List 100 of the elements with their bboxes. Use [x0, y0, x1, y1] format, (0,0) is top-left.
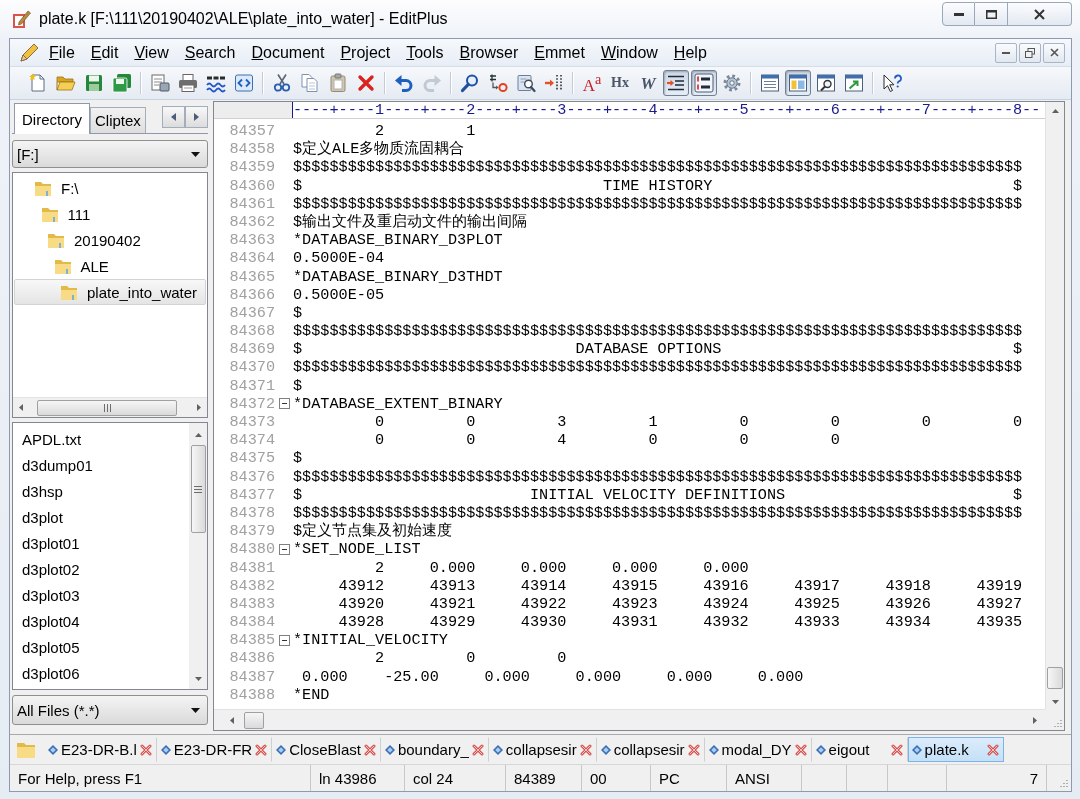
file-list-item[interactable]: APDL.txt: [13, 426, 189, 452]
horizontal-scrollbar[interactable]: [214, 709, 1045, 730]
drive-dropdown[interactable]: [F:]: [12, 140, 208, 168]
menu-item[interactable]: Tools: [398, 43, 452, 62]
close-icon[interactable]: [471, 743, 484, 756]
menu-item[interactable]: View: [126, 43, 177, 62]
line-number: 84359: [228, 158, 275, 177]
scrollbar-thumb[interactable]: [37, 399, 177, 416]
minus-box-icon[interactable]: [278, 543, 290, 555]
file-list-item[interactable]: d3plot04: [13, 608, 189, 634]
file-tab[interactable]: E23-DR-B.l: [44, 737, 157, 762]
help-pointer-icon: [882, 73, 902, 93]
code-line: $$$$$$$$$$$$$$$$$$$$$$$$$$$$$$$$$$$$$$$$$$$$$$$$$$$$$$$$$$$$$$$$$$$$$$$$$$$$$$$$: [293, 503, 1023, 522]
file-tab[interactable]: CloseBlast: [272, 737, 381, 762]
line-position: ln 43986: [311, 765, 405, 791]
line-numbers-button[interactable]: [691, 70, 717, 96]
code-line: $: [293, 449, 303, 468]
file-tab[interactable]: boundary_: [380, 737, 489, 762]
horizontal-scrollbar[interactable]: [13, 397, 207, 417]
vertical-scrollbar[interactable]: [189, 423, 207, 689]
w-button[interactable]: W: [635, 70, 661, 96]
file-list-item[interactable]: d3plot06: [13, 660, 189, 686]
file-tab[interactable]: collapsesir: [488, 737, 597, 762]
menu-item[interactable]: Browser: [451, 43, 527, 62]
indent-button[interactable]: [663, 70, 689, 96]
output-window-button[interactable]: [785, 70, 811, 96]
tree-item[interactable]: plate_into_water: [14, 279, 206, 305]
left-arrow-icon: [19, 404, 23, 411]
file-tab[interactable]: eigout: [811, 737, 908, 762]
close-icon[interactable]: [363, 743, 376, 756]
line-number: 84380: [228, 540, 275, 559]
font-button[interactable]: A$^{a}$: [579, 70, 605, 96]
mdi-minimize-button[interactable]: [995, 42, 1017, 63]
minimize-button[interactable]: [942, 2, 975, 26]
line-number: 84373: [228, 413, 275, 432]
file-tab[interactable]: plate.k: [907, 737, 1004, 762]
minimize-icon: [1002, 51, 1010, 54]
file-tab[interactable]: collapsesir: [596, 737, 705, 762]
close-icon[interactable]: [255, 743, 268, 756]
close-icon[interactable]: [890, 743, 903, 756]
minus-box-icon[interactable]: [278, 398, 290, 410]
diamond-icon: [600, 744, 611, 755]
panel-tab[interactable]: Directory: [14, 103, 90, 134]
panel-tab[interactable]: Cliptex: [90, 107, 146, 133]
file-list-item[interactable]: d3plot02: [13, 556, 189, 582]
menu-item[interactable]: Window: [592, 43, 666, 62]
tree-item[interactable]: ALE: [14, 253, 206, 279]
file-list-item[interactable]: d3plot05: [13, 634, 189, 660]
file-list-item[interactable]: d3hsp: [13, 478, 189, 504]
file-list-item[interactable]: d3dump01: [13, 452, 189, 478]
down-arrow-icon: [1051, 700, 1059, 704]
vertical-scrollbar[interactable]: [1045, 102, 1064, 709]
file-list-item[interactable]: d3plot: [13, 504, 189, 530]
menu-item[interactable]: Emmet: [526, 43, 593, 62]
scroll-right-button[interactable]: [185, 105, 208, 128]
status-indicator: 00: [582, 765, 651, 791]
file-list-item[interactable]: d3plot01: [13, 530, 189, 556]
maximize-button[interactable]: [975, 2, 1008, 26]
scroll-left-button[interactable]: [162, 105, 185, 128]
close-icon[interactable]: [139, 743, 152, 756]
line-number: 84378: [228, 503, 275, 523]
line-number: 84371: [228, 376, 275, 395]
print-preview-icon: [150, 73, 170, 93]
menu-item[interactable]: Help: [665, 43, 715, 62]
minus-box-icon[interactable]: [278, 634, 290, 646]
close-icon[interactable]: [986, 743, 999, 756]
line-count: 84389: [506, 765, 582, 791]
close-icon[interactable]: [794, 743, 807, 756]
code-line: $$$$$$$$$$$$$$$$$$$$$$$$$$$$$$$$$$$$$$$$$$$$$$$$$$$$$$$$$$$$$$$$$$$$$$$$$$$$$$$$: [293, 467, 1023, 486]
line-number: 84363: [228, 231, 275, 250]
scrollbar-thumb[interactable]: [190, 445, 206, 533]
tree-item[interactable]: 111: [14, 201, 206, 227]
menu-item[interactable]: Document: [243, 43, 333, 62]
menu-item[interactable]: Search: [176, 43, 244, 62]
code-line: $$$$$$$$$$$$$$$$$$$$$$$$$$$$$$$$$$$$$$$$$$$$$$$$$$$$$$$$$$$$$$$$$$$$$$$$$$$$$$$$: [293, 194, 1023, 213]
file-tab[interactable]: modal_DY: [704, 737, 812, 762]
column-ruler: ----+----1----+----2----+----3----+----4----+----5----+----6----+----7----+----8--: [214, 102, 1045, 119]
tree-item[interactable]: F:\: [14, 175, 206, 201]
notepad-pencil-icon: [11, 9, 31, 29]
mdi-restore-button[interactable]: [1019, 42, 1041, 63]
file-list-item[interactable]: d3plot03: [13, 582, 189, 608]
tree-item[interactable]: 20190402: [14, 227, 206, 253]
close-button[interactable]: [1008, 2, 1072, 26]
line-number: 84376: [228, 467, 275, 486]
up-arrow-icon: [194, 433, 202, 437]
mdi-close-button[interactable]: [1043, 42, 1065, 63]
hex-button[interactable]: Hx: [607, 70, 633, 96]
resize-grip-icon: [1053, 719, 1062, 728]
close-icon[interactable]: [687, 743, 700, 756]
scrollbar-thumb[interactable]: [1047, 667, 1063, 689]
status-indicator: 7: [947, 765, 1047, 791]
menu-item[interactable]: Edit: [82, 43, 127, 62]
file-filter-dropdown[interactable]: All Files (*.*): [12, 695, 208, 725]
menu-item[interactable]: File: [41, 43, 83, 62]
line-number: 84367: [228, 303, 275, 323]
file-tab[interactable]: E23-DR-FR: [156, 737, 273, 762]
close-icon[interactable]: [579, 743, 592, 756]
close-icon: [1049, 48, 1059, 57]
menu-item[interactable]: Project: [332, 43, 399, 62]
scrollbar-thumb[interactable]: [244, 711, 264, 729]
